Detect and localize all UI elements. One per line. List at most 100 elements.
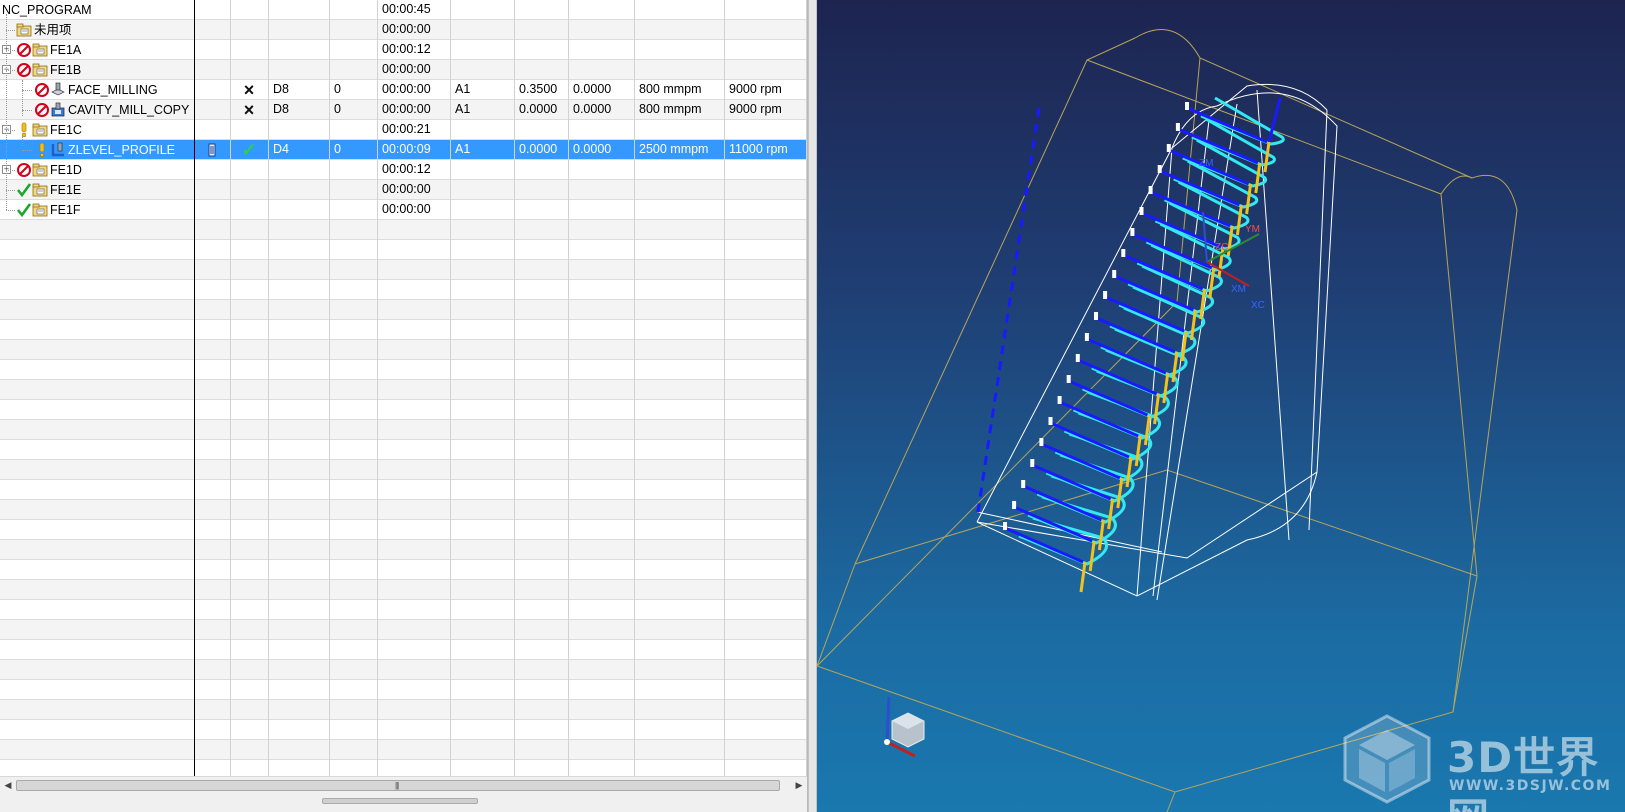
tree-connector — [22, 90, 32, 91]
program-folder-icon — [32, 202, 48, 218]
toolpath-start-marker — [1003, 522, 1007, 530]
table-row-empty — [0, 420, 807, 440]
table-row[interactable]: CAVITY_MILL_COPY × D8 0 00:00:00 A1 0.0000 0.00… — [0, 100, 807, 120]
table-row[interactable]: FE1E 00:00:00 — [0, 180, 807, 200]
face-milling-icon — [50, 82, 66, 98]
time-cell: 00:00:21 — [382, 122, 431, 136]
operation-name-cell[interactable]: CAVITY_MILL_COPY — [34, 100, 189, 120]
table-row-empty — [0, 240, 807, 260]
watermark-url: WWW.3DSJW.COM — [1449, 778, 1612, 794]
scroll-right-arrow-icon[interactable]: ▶ — [792, 779, 806, 792]
toolpath-engage-move — [1254, 162, 1262, 194]
column-separator — [806, 0, 807, 776]
pane-splitter[interactable] — [808, 0, 817, 812]
scrollbar-grip: ||| — [395, 781, 399, 790]
tool-number-cell: 0 — [334, 102, 341, 116]
table-row[interactable]: FE1F 00:00:00 — [0, 200, 807, 220]
stock-cell: 0.0000 — [519, 142, 558, 156]
toolpath-start-marker — [1048, 417, 1053, 425]
toolpath-start-marker — [1139, 207, 1144, 215]
operation-name-cell[interactable]: FE1D — [16, 160, 82, 180]
feed-cell: 800 mmpm — [639, 82, 702, 96]
operation-name: FE1D — [50, 162, 82, 177]
operation-name-cell[interactable]: FE1E — [16, 180, 81, 200]
panel-resize-handle[interactable] — [322, 798, 478, 804]
column-separator — [568, 0, 569, 776]
tree-connector — [6, 130, 15, 131]
program-folder-icon — [32, 182, 48, 198]
operation-table: NC_PROGRAM 00:00:45 未用项 00:00:00 + FE1A 00:00:… — [0, 0, 807, 776]
table-row-empty — [0, 360, 807, 380]
table-row-empty — [0, 640, 807, 660]
operation-name: FE1A — [50, 42, 82, 57]
operation-name-cell[interactable]: FE1F — [16, 200, 81, 220]
time-cell: 00:00:00 — [382, 62, 431, 76]
table-row[interactable]: + FE1D 00:00:12 — [0, 160, 807, 180]
watermark-cube-icon — [1343, 714, 1431, 804]
tree-connector — [6, 190, 15, 191]
table-row[interactable]: ZLEVEL_PROFILE ✓ D4 0 00:00:09 A1 0.0000 0.0000… — [0, 140, 807, 160]
scrollbar-thumb[interactable]: ||| — [16, 780, 780, 791]
column-separator — [268, 0, 269, 776]
table-row[interactable]: + FE1A 00:00:12 — [0, 40, 807, 60]
toolpath-start-marker — [1057, 396, 1062, 404]
feed-cell: 2500 mmpm — [639, 142, 709, 156]
table-row[interactable]: − FE1B 00:00:00 — [0, 60, 807, 80]
operation-name: ZLEVEL_PROFILE — [68, 142, 175, 157]
toolpath-engage-move — [1107, 498, 1115, 530]
triad-z-axis — [885, 696, 891, 743]
complete-icon — [16, 202, 32, 218]
operation-name-cell[interactable]: NC_PROGRAM — [0, 0, 92, 20]
operation-name-cell[interactable]: FE1C — [16, 120, 82, 140]
block-edge — [1440, 175, 1473, 195]
postprocess-icon — [16, 122, 32, 138]
wcs-label: ZM — [1199, 158, 1213, 169]
tree-connector — [6, 50, 15, 51]
program-folder-icon — [32, 62, 48, 78]
horizontal-scrollbar[interactable]: ◀ ||| ▶ — [0, 776, 807, 793]
operation-name-cell[interactable]: ZLEVEL_PROFILE — [34, 140, 175, 160]
column-separator — [450, 0, 451, 776]
block-edge — [854, 37, 1136, 565]
view-triad[interactable] — [884, 696, 925, 758]
floor-stock-cell: 0.0000 — [573, 102, 612, 116]
table-row[interactable]: NC_PROGRAM 00:00:45 — [0, 0, 807, 20]
path-ok-icon: ✓ — [241, 140, 257, 160]
table-row[interactable]: − FE1C 00:00:21 — [0, 120, 807, 140]
column-separator[interactable] — [194, 0, 195, 776]
toolpath-start-marker — [1175, 123, 1180, 131]
operation-name-cell[interactable]: FE1B — [16, 60, 81, 80]
toolpath-cut-passes — [1018, 96, 1285, 566]
operation-name-cell[interactable]: 未用项 — [16, 20, 72, 40]
table-row-empty — [0, 320, 807, 340]
table-row[interactable]: 未用项 00:00:00 — [0, 20, 807, 40]
navigator-bottom-bar — [0, 793, 807, 812]
toolpath-start-marker — [1112, 270, 1117, 278]
table-row[interactable]: FACE_MILLING × D8 0 00:00:00 A1 0.3500 0.0000 80… — [0, 80, 807, 100]
stock-cell: 0.0000 — [519, 102, 558, 116]
toolpath-start-marker — [1012, 501, 1017, 509]
graphics-viewport[interactable]: ZM YM XM ZC XC 3D世界网 WWW.3DSJW.COM — [817, 0, 1625, 812]
tree-connector — [6, 70, 15, 71]
program-folder-icon — [32, 42, 48, 58]
wcs-label: ZC — [1215, 242, 1228, 253]
table-row-empty — [0, 600, 807, 620]
operation-name-cell[interactable]: FE1A — [16, 40, 81, 60]
operation-name: FE1E — [50, 182, 82, 197]
table-row-empty — [0, 460, 807, 480]
wcs-label: XC — [1251, 300, 1265, 311]
toolpath-start-marker — [1084, 333, 1089, 341]
floor-stock-cell: 0.0000 — [573, 82, 612, 96]
wcs-label: YM — [1245, 224, 1260, 235]
table-row-empty — [0, 520, 807, 540]
tool-number-cell: 0 — [334, 142, 341, 156]
floor-stock-cell: 0.0000 — [573, 142, 612, 156]
toolpath-engage-move — [1079, 561, 1087, 593]
feed-cell: 800 mmpm — [639, 102, 702, 116]
path-invalid-icon: × — [243, 100, 255, 120]
table-row-empty — [0, 660, 807, 680]
tree-connector — [6, 14, 7, 210]
operation-name-cell[interactable]: FACE_MILLING — [34, 80, 158, 100]
scroll-left-arrow-icon[interactable]: ◀ — [1, 779, 15, 792]
operation-navigator: NC_PROGRAM 00:00:45 未用项 00:00:00 + FE1A 00:00:… — [0, 0, 808, 812]
